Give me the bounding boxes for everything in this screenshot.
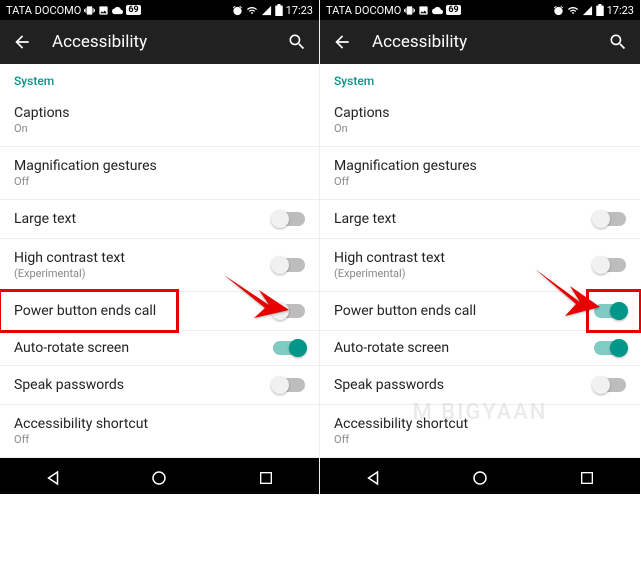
shortcut-title: Accessibility shortcut [334, 416, 468, 432]
alarm-icon [232, 5, 243, 16]
captions-sub: On [14, 122, 70, 135]
row-captions[interactable]: Captions On [0, 94, 319, 147]
contrast-sub: (Experimental) [334, 267, 445, 280]
wifi-icon [246, 5, 258, 16]
app-bar: Accessibility [0, 20, 319, 64]
carrier-label: TATA DOCOMO [326, 4, 401, 17]
cloud-icon [432, 5, 443, 16]
vibrate-icon [84, 5, 95, 16]
shortcut-title: Accessibility shortcut [14, 416, 148, 432]
row-accessibility-shortcut[interactable]: Accessibility shortcut Off [320, 405, 640, 458]
nav-home[interactable] [462, 460, 498, 496]
captions-sub: On [334, 122, 390, 135]
signal-icon [261, 5, 272, 16]
row-auto-rotate[interactable]: Auto-rotate screen [320, 331, 640, 366]
time-label: 17:23 [286, 4, 313, 17]
contrast-title: High contrast text [14, 250, 125, 266]
shortcut-sub: Off [334, 433, 468, 446]
mag-sub: Off [334, 175, 477, 188]
nav-recent[interactable] [569, 460, 605, 496]
image-icon [98, 5, 109, 16]
captions-title: Captions [14, 105, 70, 121]
page-title: Accessibility [52, 32, 267, 52]
battery-icon [275, 4, 283, 16]
status-bar: TATA DOCOMO 69 17:23 [320, 0, 640, 20]
row-auto-rotate[interactable]: Auto-rotate screen [0, 331, 319, 366]
row-magnification[interactable]: Magnification gestures Off [320, 147, 640, 200]
mag-title: Magnification gestures [14, 158, 157, 174]
nav-recent[interactable] [248, 460, 284, 496]
image-icon [418, 5, 429, 16]
contrast-title: High contrast text [334, 250, 445, 266]
power-toggle[interactable] [594, 304, 626, 318]
carrier-label: TATA DOCOMO [6, 4, 81, 17]
power-toggle[interactable] [273, 304, 305, 318]
cloud-icon [112, 5, 123, 16]
mag-title: Magnification gestures [334, 158, 477, 174]
search-icon[interactable] [608, 32, 628, 52]
speak-toggle[interactable] [594, 378, 626, 392]
shortcut-sub: Off [14, 433, 148, 446]
row-high-contrast[interactable]: High contrast text (Experimental) [0, 239, 319, 292]
contrast-toggle[interactable] [594, 258, 626, 272]
back-icon[interactable] [332, 32, 352, 52]
mag-sub: Off [14, 175, 157, 188]
large-toggle[interactable] [594, 212, 626, 226]
rotate-toggle[interactable] [273, 341, 305, 355]
app-bar: Accessibility [320, 20, 640, 64]
speak-toggle[interactable] [273, 378, 305, 392]
nav-back[interactable] [355, 460, 391, 496]
row-large-text[interactable]: Large text [320, 200, 640, 239]
alarm-icon [553, 5, 564, 16]
rotate-title: Auto-rotate screen [334, 340, 449, 356]
badge: 69 [446, 5, 460, 15]
row-speak-passwords[interactable]: Speak passwords [0, 366, 319, 405]
row-power-button[interactable]: Power button ends call [0, 292, 319, 331]
large-title: Large text [334, 211, 396, 227]
phone-right: TATA DOCOMO 69 17:23 Accessibility Syste… [320, 0, 640, 494]
rotate-title: Auto-rotate screen [14, 340, 129, 356]
wifi-icon [567, 5, 579, 16]
contrast-toggle[interactable] [273, 258, 305, 272]
back-icon[interactable] [12, 32, 32, 52]
row-speak-passwords[interactable]: Speak passwords [320, 366, 640, 405]
phone-left: TATA DOCOMO 69 17:23 Accessibility Syste… [0, 0, 320, 494]
nav-back[interactable] [35, 460, 71, 496]
row-high-contrast[interactable]: High contrast text (Experimental) [320, 239, 640, 292]
section-header: System [0, 64, 319, 94]
contrast-sub: (Experimental) [14, 267, 125, 280]
captions-title: Captions [334, 105, 390, 121]
row-captions[interactable]: Captions On [320, 94, 640, 147]
row-magnification[interactable]: Magnification gestures Off [0, 147, 319, 200]
row-accessibility-shortcut[interactable]: Accessibility shortcut Off [0, 405, 319, 458]
power-title: Power button ends call [334, 303, 476, 319]
section-header: System [320, 64, 640, 94]
time-label: 17:23 [607, 4, 634, 17]
large-toggle[interactable] [273, 212, 305, 226]
page-title: Accessibility [372, 32, 588, 52]
vibrate-icon [404, 5, 415, 16]
nav-home[interactable] [141, 460, 177, 496]
badge: 69 [126, 5, 140, 15]
speak-title: Speak passwords [14, 377, 124, 393]
search-icon[interactable] [287, 32, 307, 52]
battery-icon [596, 4, 604, 16]
status-bar: TATA DOCOMO 69 17:23 [0, 0, 319, 20]
signal-icon [582, 5, 593, 16]
power-title: Power button ends call [14, 303, 156, 319]
nav-bar [0, 458, 319, 494]
row-large-text[interactable]: Large text [0, 200, 319, 239]
large-title: Large text [14, 211, 76, 227]
speak-title: Speak passwords [334, 377, 444, 393]
nav-bar [320, 458, 640, 494]
rotate-toggle[interactable] [594, 341, 626, 355]
row-power-button[interactable]: Power button ends call [320, 292, 640, 331]
